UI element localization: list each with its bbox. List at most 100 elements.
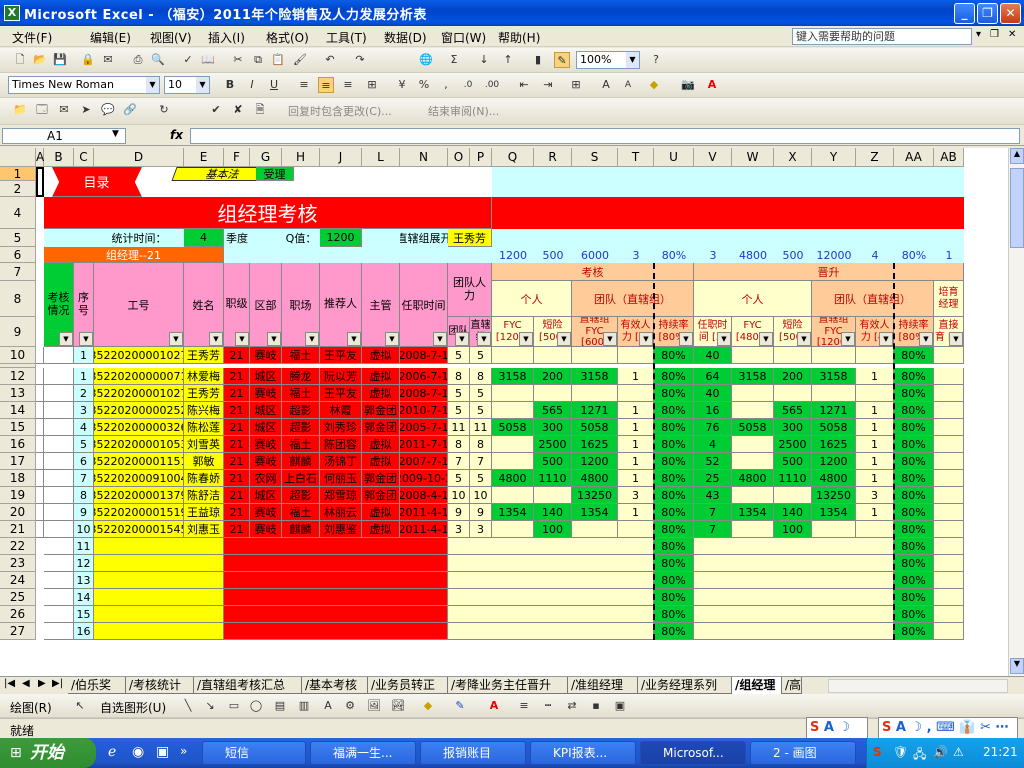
permission-icon[interactable]: 🔒 — [80, 52, 96, 68]
chart-wizard-icon[interactable]: ▮ — [530, 52, 546, 68]
cell[interactable] — [492, 197, 964, 229]
sheet-tab[interactable]: /高 — [782, 677, 802, 694]
autoshapes-menu[interactable]: 自选图形(U) — [100, 699, 166, 716]
drawing-icon[interactable]: ✎ — [554, 52, 570, 68]
cell-seq[interactable]: 16 — [74, 623, 94, 640]
cell-eff[interactable]: 1 — [618, 419, 654, 436]
cell-hire[interactable]: 2011-4-1 — [400, 521, 448, 538]
cell-seq[interactable]: 8 — [74, 487, 94, 504]
cell-seq[interactable]: 6 — [74, 453, 94, 470]
zoom-select[interactable]: 100% ▼ — [576, 51, 640, 69]
cell[interactable] — [44, 572, 74, 589]
cell-sup[interactable]: 虚拟 — [362, 436, 400, 453]
ime-tray-icon[interactable]: S — [873, 745, 882, 759]
cell-persist2[interactable]: 80% — [894, 453, 934, 470]
row-header[interactable]: 18 — [0, 470, 36, 487]
threshold-value[interactable]: 80% — [654, 247, 694, 263]
textbox-icon[interactable]: ▤ — [272, 698, 288, 714]
cell-team-fyc[interactable]: 13250 — [572, 487, 618, 504]
cell-seq[interactable]: 12 — [74, 555, 94, 572]
italic-icon[interactable]: I — [244, 77, 260, 93]
cell-ref[interactable]: 林丽云 — [320, 504, 362, 521]
header-personal[interactable]: 个人 — [492, 281, 572, 317]
accept-icon[interactable]: ✔ — [208, 102, 224, 118]
cell-team[interactable]: 8 — [448, 436, 470, 453]
cell[interactable] — [448, 538, 654, 555]
sort-asc-icon[interactable]: ↓ — [476, 52, 492, 68]
row-header[interactable]: 1 — [0, 167, 36, 181]
cell-sup[interactable]: 虚拟 — [362, 504, 400, 521]
cell[interactable] — [36, 368, 44, 385]
quicklaunch-expand-icon[interactable]: » — [180, 744, 187, 758]
cell[interactable] — [94, 606, 224, 623]
undo-icon[interactable]: ↶ — [322, 52, 338, 68]
cell-persist2[interactable]: 80% — [894, 538, 934, 555]
cell-train[interactable] — [934, 436, 964, 453]
cell-short[interactable]: 1110 — [534, 470, 572, 487]
cell-field[interactable]: 麒麟 — [282, 521, 320, 538]
cell-short2[interactable] — [774, 385, 812, 402]
cell[interactable] — [224, 572, 448, 589]
sheet-tab[interactable]: /考降业务主任晋升 — [448, 677, 568, 694]
cell-rank[interactable]: 21 — [224, 487, 250, 504]
threshold-value[interactable]: 3 — [694, 247, 732, 263]
scroll-down-icon[interactable]: ▼ — [1010, 658, 1024, 674]
cell-train[interactable] — [934, 419, 964, 436]
align-center-icon[interactable]: ≡ — [318, 77, 334, 93]
font-shrink-icon[interactable]: A — [620, 77, 636, 93]
cell[interactable] — [44, 555, 74, 572]
cell-id[interactable]: 35220200001519 — [94, 504, 184, 521]
cell-id[interactable]: 35220200001545 — [94, 521, 184, 538]
column-header[interactable]: E — [184, 148, 224, 167]
cell-short2[interactable] — [774, 487, 812, 504]
cell-train[interactable] — [934, 347, 964, 364]
minimize-button[interactable]: _ — [954, 3, 975, 24]
cell-fyc2[interactable]: 3158 — [732, 368, 774, 385]
bold-icon[interactable]: B — [222, 77, 238, 93]
cell-tenure[interactable]: 52 — [694, 453, 732, 470]
cell-short2[interactable]: 2500 — [774, 436, 812, 453]
font-size-select[interactable]: 10 ▼ — [164, 76, 210, 94]
reject-icon[interactable]: ✘ — [230, 102, 246, 118]
cell-persist2[interactable]: 80% — [894, 385, 934, 402]
cell-persist[interactable]: 80% — [654, 538, 694, 555]
sheet-tab[interactable]: /考核统计 — [126, 677, 194, 694]
cell-ref[interactable]: 王平友 — [320, 347, 362, 364]
decrease-indent-icon[interactable]: ⇤ — [516, 77, 532, 93]
autofilter-dropdown-icon[interactable]: ▼ — [79, 332, 93, 346]
row-header[interactable]: 5 — [0, 229, 36, 247]
underline-icon[interactable]: U — [266, 77, 282, 93]
save-icon[interactable]: 💾 — [52, 52, 68, 68]
cell-direct[interactable]: 8 — [470, 436, 492, 453]
cell-seq[interactable]: 14 — [74, 589, 94, 606]
cell-sup[interactable]: 郭金团 — [362, 470, 400, 487]
cell-fyc[interactable]: 4800 — [492, 470, 534, 487]
cell-persist[interactable]: 80% — [654, 385, 694, 402]
excel-icon[interactable]: X — [4, 5, 20, 21]
cell[interactable] — [36, 347, 44, 364]
cell-status[interactable] — [44, 470, 74, 487]
row-header[interactable]: 19 — [0, 487, 36, 504]
media-quicklaunch-icon[interactable]: ◉ — [132, 744, 144, 760]
cell-eff2[interactable]: 1 — [856, 504, 894, 521]
autofilter-dropdown-icon[interactable]: ▼ — [209, 332, 223, 346]
column-header[interactable]: Q — [492, 148, 534, 167]
row-header[interactable]: 17 — [0, 453, 36, 470]
header-team-people[interactable]: 团队人力 — [448, 263, 492, 317]
row-header[interactable]: 12 — [0, 368, 36, 385]
merge-center-icon[interactable]: ⊞ — [364, 77, 380, 93]
direct-group-label[interactable]: 直辖组展开 — [400, 229, 448, 247]
cell-seq[interactable]: 10 — [74, 521, 94, 538]
cell-team-fyc2[interactable]: 1271 — [812, 402, 856, 419]
cell-fyc[interactable] — [492, 385, 534, 402]
sheet-tab[interactable]: /业务经理系列 — [638, 677, 732, 694]
cell-ref[interactable]: 何丽玉 — [320, 470, 362, 487]
column-header[interactable]: P — [470, 148, 492, 167]
column-header[interactable]: AB — [934, 148, 964, 167]
threshold-value[interactable]: 1200 — [492, 247, 534, 263]
cell-team-fyc2[interactable]: 5058 — [812, 419, 856, 436]
autosum-icon[interactable]: Σ — [446, 52, 462, 68]
cell[interactable] — [94, 538, 224, 555]
cell[interactable] — [694, 538, 894, 555]
maximize-button[interactable]: ❐ — [977, 3, 998, 24]
